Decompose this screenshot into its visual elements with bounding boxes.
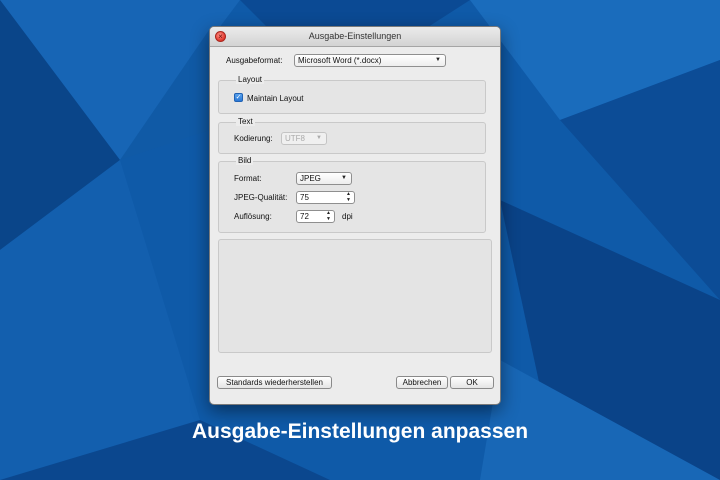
maintain-layout-label: Maintain Layout bbox=[247, 94, 304, 103]
page-caption: Ausgabe-Einstellungen anpassen bbox=[191, 420, 529, 443]
chevron-down-icon: ▼ bbox=[316, 135, 322, 141]
resolution-value: 72 bbox=[300, 212, 309, 221]
dialog-titlebar: × Ausgabe-Einstellungen bbox=[210, 27, 500, 47]
stepper-arrows-icon[interactable]: ▲ ▼ bbox=[346, 191, 351, 203]
layout-group-title: Layout bbox=[236, 75, 265, 84]
resolution-unit: dpi bbox=[342, 212, 353, 221]
cancel-button[interactable]: Abbrechen bbox=[396, 376, 448, 389]
resolution-stepper[interactable]: 72 ▲ ▼ bbox=[296, 210, 335, 223]
output-format-label: Ausgabeformat: bbox=[226, 56, 283, 65]
output-format-value: Microsoft Word (*.docx) bbox=[298, 56, 382, 65]
image-format-value: JPEG bbox=[300, 174, 321, 183]
maintain-layout-checkbox[interactable]: ✓ bbox=[234, 93, 243, 102]
ok-button[interactable]: OK bbox=[450, 376, 494, 389]
image-format-label: Format: bbox=[234, 174, 262, 183]
jpeg-quality-value: 75 bbox=[300, 193, 309, 202]
encoding-label: Kodierung: bbox=[234, 134, 273, 143]
encoding-value: UTF8 bbox=[285, 134, 305, 143]
image-format-select[interactable]: JPEG ▼ bbox=[296, 172, 352, 185]
text-group-title: Text bbox=[236, 117, 255, 126]
jpeg-quality-stepper[interactable]: 75 ▲ ▼ bbox=[296, 191, 355, 204]
encoding-select[interactable]: UTF8 ▼ bbox=[281, 132, 327, 145]
image-group-title: Bild bbox=[236, 156, 254, 165]
chevron-down-icon: ▼ bbox=[435, 57, 441, 63]
chevron-down-icon: ▼ bbox=[341, 175, 347, 181]
content-area bbox=[218, 239, 492, 353]
jpeg-quality-label: JPEG-Qualität: bbox=[234, 193, 288, 202]
restore-defaults-button[interactable]: Standards wiederherstellen bbox=[217, 376, 332, 389]
dialog-title: Ausgabe-Einstellungen bbox=[308, 31, 402, 41]
output-format-select[interactable]: Microsoft Word (*.docx) ▼ bbox=[294, 54, 446, 67]
stepper-arrows-icon[interactable]: ▲ ▼ bbox=[326, 210, 331, 222]
resolution-label: Auflösung: bbox=[234, 212, 272, 221]
output-settings-dialog: × Ausgabe-Einstellungen Ausgabeformat: M… bbox=[209, 26, 501, 405]
